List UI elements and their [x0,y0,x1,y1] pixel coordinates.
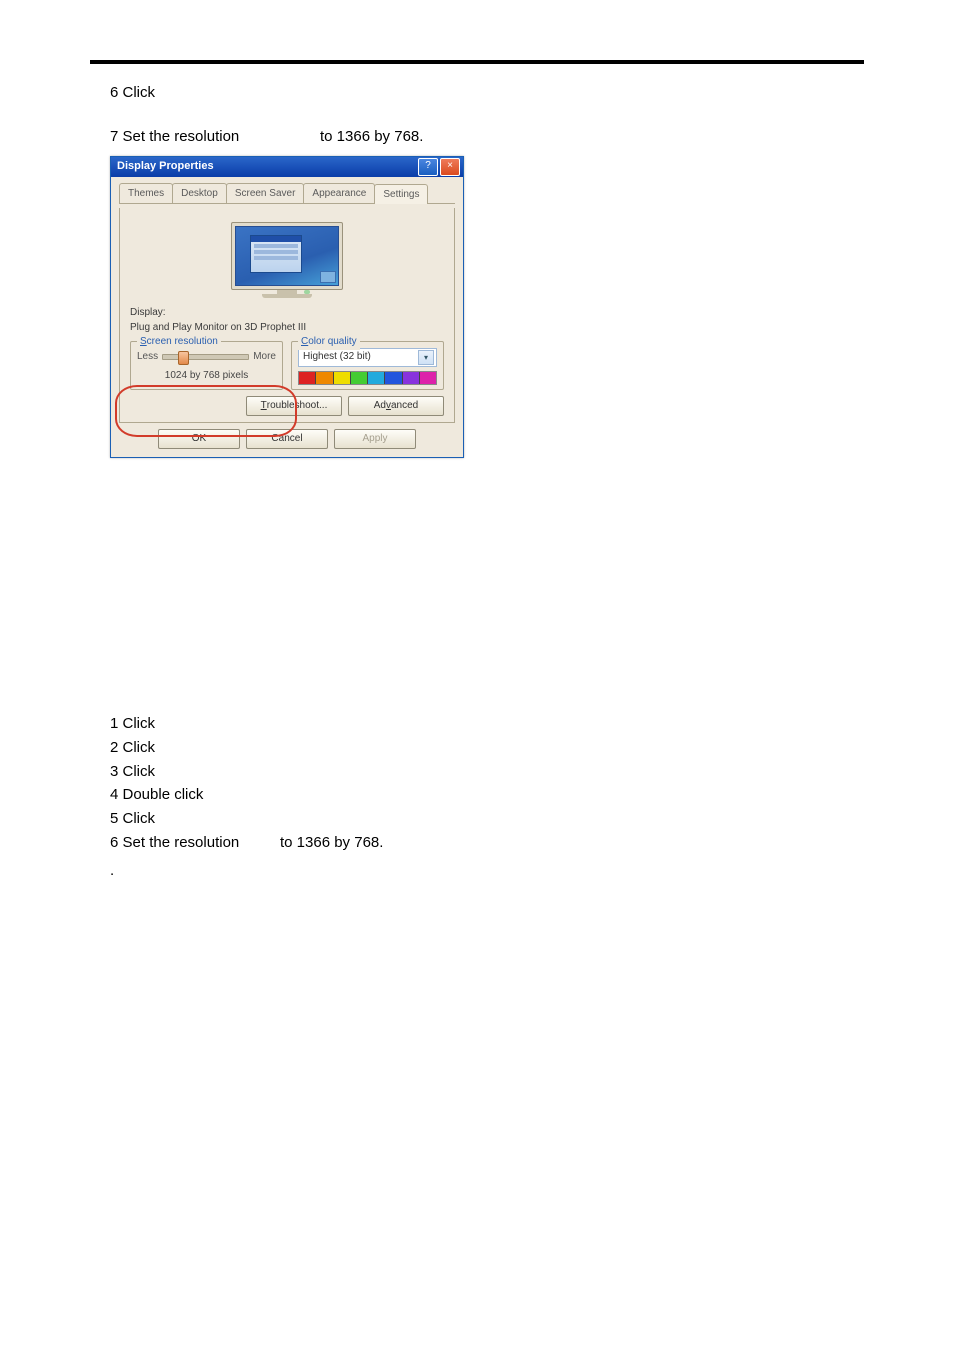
tab-appearance[interactable]: Appearance [303,183,375,204]
tab-settings[interactable]: Settings [374,184,428,205]
screen-resolution-legend: creen resolution [147,336,218,347]
apply-button[interactable]: Apply [334,429,416,449]
step-7-left: 7 Set the resolution [110,126,320,148]
help-button[interactable]: ? [418,158,438,176]
color-quality-group: Color quality Highest (32 bit) ▾ [291,341,444,390]
bstep-4: 4 Double click [110,784,864,806]
tabs: Themes Desktop Screen Saver Appearance S… [119,183,455,205]
advanced-button[interactable]: Advanced [348,396,444,416]
bstep-5: 5 Click [110,808,864,830]
display-properties-dialog: Display Properties ? × Themes Desktop Sc… [110,156,464,459]
bstep-6-right: to 1366 by 768. [280,832,383,854]
step-7-right: to 1366 by 768. [320,126,423,148]
tab-screen-saver[interactable]: Screen Saver [226,183,305,204]
close-button[interactable]: × [440,158,460,176]
monitor-preview [231,222,343,300]
dialog-title: Display Properties [117,159,418,175]
bstep-6: 6 Set the resolution to 1366 by 768. [110,832,864,854]
bstep-2: 2 Click [110,737,864,759]
color-gradient-bar [298,371,437,385]
color-quality-value: Highest (32 bit) [303,350,371,365]
bstep-6-left: 6 Set the resolution [110,832,280,854]
chevron-down-icon: ▾ [418,350,434,365]
troubleshoot-button[interactable]: Troubleshoot... [246,396,342,416]
titlebar: Display Properties ? × [111,157,463,177]
screen-resolution-group: Screen resolution Less More 1024 by 768 … [130,341,283,390]
tab-pane-settings: Display: Plug and Play Monitor on 3D Pro… [119,208,455,423]
color-quality-select[interactable]: Highest (32 bit) ▾ [298,348,437,367]
bstep-1: 1 Click [110,713,864,735]
trailing-dot: . [110,860,864,882]
slider-more-label: More [253,350,276,365]
tab-desktop[interactable]: Desktop [172,183,227,204]
display-label: Display: [130,306,444,321]
cancel-button[interactable]: Cancel [246,429,328,449]
step-7: 7 Set the resolution to 1366 by 768. [110,126,864,148]
display-value: Plug and Play Monitor on 3D Prophet III [130,321,444,336]
slider-less-label: Less [137,350,158,365]
ok-button[interactable]: OK [158,429,240,449]
page-rule [90,60,864,64]
tab-themes[interactable]: Themes [119,183,173,204]
resolution-value: 1024 by 768 pixels [137,369,276,384]
step-6: 6 Click [110,82,864,104]
resolution-slider[interactable] [162,354,249,360]
color-quality-legend: olor quality [308,336,356,347]
bstep-3: 3 Click [110,761,864,783]
